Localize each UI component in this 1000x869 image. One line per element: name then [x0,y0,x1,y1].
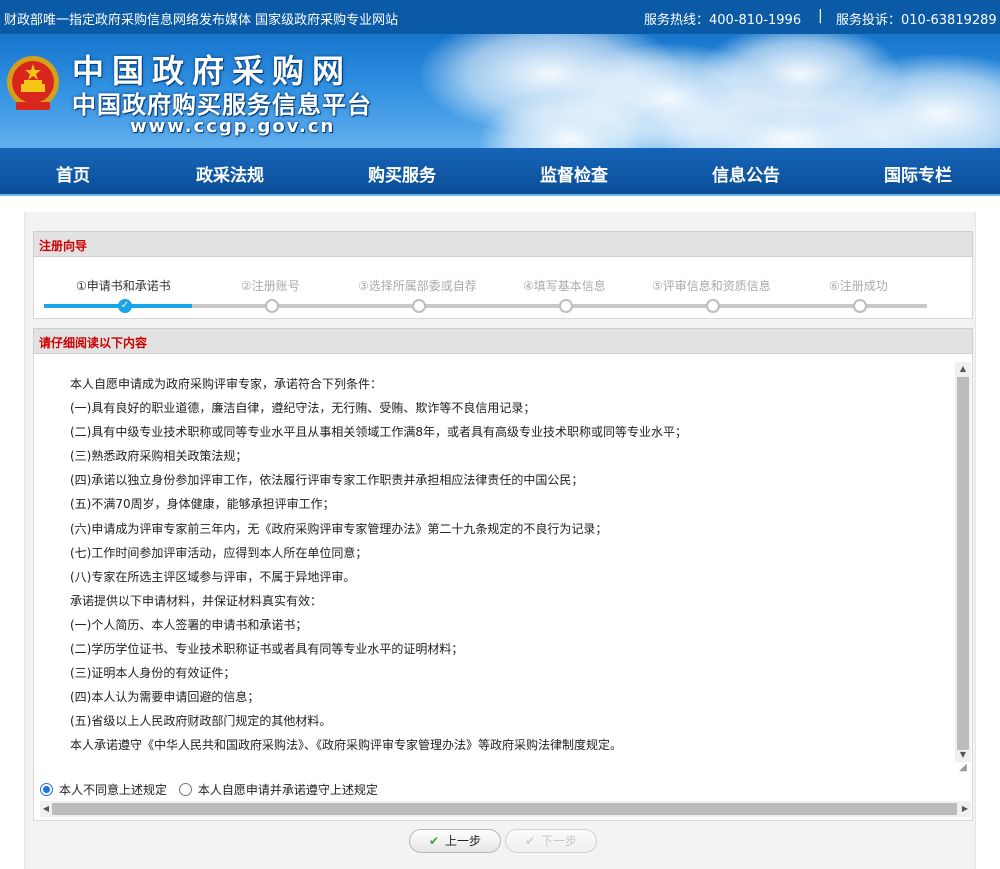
main-nav: 首页 政采法规 购买服务 监督检查 信息公告 国际专栏 [0,148,1000,196]
nav-item-purchase-services[interactable]: 购买服务 [368,161,436,186]
nav-item-international[interactable]: 国际专栏 [884,161,952,186]
agreement-line: (一)个人简历、本人签署的申请书和承诺书； [70,617,308,632]
agreement-line: (八)专家在所选主评区域参与评审，不属于异地评审。 [70,569,356,584]
step-3-dot [412,299,426,313]
prev-step-button[interactable]: ✔ 上一步 [409,829,501,853]
step-1-check-icon: ✓ [118,299,132,313]
step-1-label: ①申请书和承诺书 [76,279,171,293]
agree-label[interactable]: 本人自愿申请并承诺遵守上述规定 [198,783,378,797]
agreement-line: 本人承诺遵守《中华人民共和国政府采购法》、《政府采购评审专家管理办法》等政府采购… [70,738,623,753]
wizard-header-title: 注册向导 [39,239,88,253]
scroll-left-icon[interactable]: ◀ [40,801,52,817]
service-hotline: 服务热线：400-810-1996 [644,13,802,28]
site-url: www.ccgp.gov.cn [130,116,336,137]
step-5-dot [706,299,720,313]
site-slogan: 财政部唯一指定政府采购信息网络发布媒体 国家级政府采购专业网站 [4,13,399,28]
agreement-text: 本人自愿申请成为政府采购评审专家，承诺符合下列条件： (一)具有良好的职业道德，… [70,372,950,758]
scroll-down-icon[interactable]: ▼ [955,748,971,762]
agreement-line: (六)申请成为评审专家前三年内，无《政府采购评审专家管理办法》第二十九条规定的不… [70,521,608,536]
registration-wizard: ①申请书和承诺书 ②注册账号 ③选择所属部委或自荐 ④填写基本信息 ⑤评审信息和… [33,257,973,319]
scroll-up-icon[interactable]: ▲ [955,362,971,376]
step-3-label: ③选择所属部委或自荐 [358,279,477,293]
nav-item-supervision[interactable]: 监督检查 [540,161,608,186]
prev-step-label: 上一步 [445,834,482,848]
step-5-label: ⑤评审信息和资质信息 [652,279,771,293]
disagree-radio[interactable] [40,783,53,796]
disagree-label[interactable]: 本人不同意上述规定 [59,783,167,797]
top-bar: 财政部唯一指定政府采购信息网络发布媒体 国家级政府采购专业网站 服务热线：400… [0,0,1000,34]
next-step-label: 下一步 [541,834,578,848]
step-6-dot [853,299,867,313]
step-4-dot [559,299,573,313]
check-icon: ✔ [428,834,440,848]
step-2-dot [265,299,279,313]
horizontal-scrollbar[interactable]: ◀ ▶ [40,801,971,817]
agreement-line: 本人自愿申请成为政府采购评审专家，承诺符合下列条件： [70,377,383,391]
agree-radio[interactable] [178,783,192,796]
reading-header-title: 请仔细阅读以下内容 [39,336,148,350]
agreement-options: 本人不同意上述规定 本人自愿申请并承诺遵守上述规定 [40,781,386,801]
nav-item-regulations[interactable]: 政采法规 [196,161,264,186]
agreement-line: (三)熟悉政府采购相关政策法规； [70,449,248,464]
scroll-right-icon[interactable]: ▶ [959,801,971,817]
agreement-line: (四)本人认为需要申请回避的信息； [70,690,260,705]
check-icon: ✔ [524,834,536,848]
service-complaint: 服务投诉：010-63819289 [836,13,997,28]
agreement-line: (七)工作时间参加评审活动，应得到本人所在单位同意； [70,545,368,560]
agreement-line: 承诺提供以下申请材料，并保证材料真实有效： [70,593,323,608]
nav-item-announcements[interactable]: 信息公告 [712,161,780,186]
step-4-label: ④填写基本信息 [523,279,606,293]
site-subtitle: 中国政府购买服务信息平台 [72,91,372,119]
national-emblem-icon [7,56,59,110]
agreement-line: (三)证明本人身份的有效证件； [70,666,236,681]
agreement-line: (五)省级以上人民政府财政部门规定的其他材料。 [70,714,332,729]
agreement-line: (一)具有良好的职业道德，廉洁自律，遵纪守法，无行贿、受贿、欺诈等不良信用记录； [70,401,536,416]
agreement-line: (四)承诺以独立身份参加评审工作，依法履行评审专家工作职责并承担相应法律责任的中… [70,473,584,488]
nav-item-home[interactable]: 首页 [56,161,90,186]
topbar-separator: | [818,8,823,24]
step-2-label: ②注册账号 [241,279,300,293]
reading-header: 请仔细阅读以下内容 [33,328,973,354]
textarea-vertical-scrollbar[interactable]: ▲ ▼ [955,362,971,762]
agreement-line: (五)不满70周岁，身体健康，能够承担评审工作； [70,497,335,512]
resize-grip-icon[interactable]: ◢ [955,762,971,780]
agreement-textarea[interactable]: 本人自愿申请成为政府采购评审专家，承诺符合下列条件： (一)具有良好的职业道德，… [40,362,970,780]
textarea-scroll-thumb[interactable] [957,377,969,750]
horizontal-scroll-thumb[interactable] [52,803,957,815]
site-banner: 中国政府采购网 中国政府购买服务信息平台 www.ccgp.gov.cn [0,34,1000,148]
agreement-line: (二)学历学位证书、专业技术职称证书或者具有同等专业水平的证明材料； [70,642,464,657]
wizard-header: 注册向导 [33,231,973,257]
step-6-label: ⑥注册成功 [829,279,888,293]
next-step-button[interactable]: ✔ 下一步 [505,829,597,853]
agreement-line: (二)具有中级专业技术职称或同等专业水平且从事相关领域工作满8年，或者具有高级专… [70,425,688,440]
